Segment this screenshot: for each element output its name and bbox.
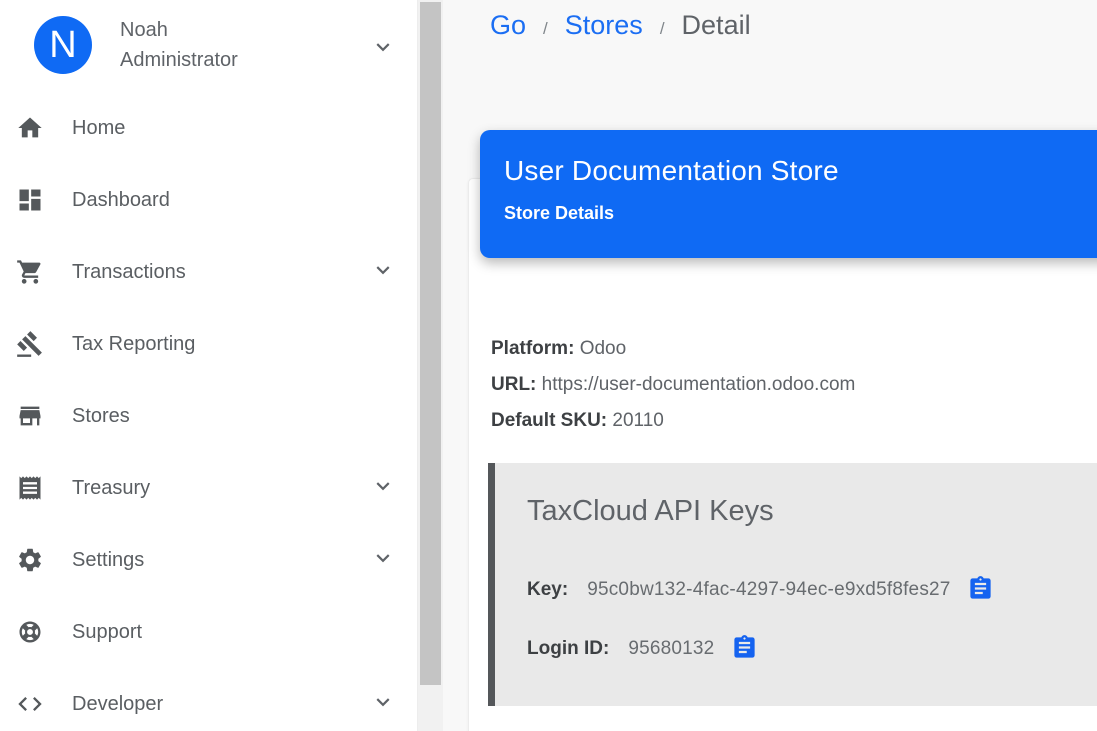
store-icon <box>16 402 44 430</box>
clipboard-icon <box>967 575 994 605</box>
breadcrumb-link-stores[interactable]: Stores <box>565 10 643 41</box>
sidebar-item-tax-reporting[interactable]: Tax Reporting <box>0 308 417 380</box>
key-label: Key: <box>527 579 568 601</box>
sidebar-item-developer[interactable]: Developer <box>0 668 417 731</box>
sidebar-item-stores[interactable]: Stores <box>0 380 417 452</box>
clipboard-icon <box>731 634 758 664</box>
platform-row: Platform: Odoo <box>491 331 855 367</box>
avatar: N <box>34 16 92 74</box>
sidebar: N Noah Administrator Home Dashboard <box>0 0 418 731</box>
main-content: Go / Stores / Detail Platform: Odoo URL:… <box>443 0 1097 731</box>
user-menu[interactable]: N Noah Administrator <box>0 0 417 92</box>
avatar-initial: N <box>49 24 76 67</box>
login-id-value: 95680132 <box>628 638 714 660</box>
gear-icon <box>16 546 44 574</box>
store-subtitle: Store Details <box>504 203 1097 224</box>
chevron-down-icon <box>370 689 396 720</box>
chevron-down-icon <box>370 34 396 65</box>
sidebar-item-label: Transactions <box>72 261 186 284</box>
user-first-name: Noah <box>120 15 238 45</box>
sidebar-item-support[interactable]: Support <box>0 596 417 668</box>
breadcrumb: Go / Stores / Detail <box>490 10 751 41</box>
home-icon <box>16 114 44 142</box>
chevron-down-icon <box>370 257 396 288</box>
sku-value: 20110 <box>612 410 663 431</box>
code-icon <box>16 690 44 718</box>
sidebar-item-label: Treasury <box>72 477 150 500</box>
url-label: URL: <box>491 374 536 395</box>
chevron-down-icon <box>370 473 396 504</box>
breadcrumb-separator: / <box>660 19 665 39</box>
user-name: Noah Administrator <box>120 15 238 75</box>
vertical-scrollbar[interactable] <box>418 0 443 731</box>
receipt-icon <box>16 474 44 502</box>
sidebar-item-label: Tax Reporting <box>72 333 195 356</box>
store-banner: User Documentation Store Store Details <box>480 130 1097 258</box>
copy-login-id-button[interactable] <box>730 635 758 663</box>
sku-row: Default SKU: 20110 <box>491 403 855 439</box>
store-detail-card: Platform: Odoo URL: https://user-documen… <box>468 178 1097 731</box>
platform-value: Odoo <box>580 338 626 359</box>
api-keys-title: TaxCloud API Keys <box>527 495 1097 528</box>
url-value: https://user-documentation.odoo.com <box>542 374 856 395</box>
key-value: 95c0bw132-4fac-4297-94ec-e9xd5f8fes27 <box>587 579 950 601</box>
support-icon <box>16 618 44 646</box>
sidebar-item-label: Stores <box>72 405 130 428</box>
sidebar-item-label: Settings <box>72 549 144 572</box>
copy-key-button[interactable] <box>967 576 995 604</box>
breadcrumb-link-go[interactable]: Go <box>490 10 526 41</box>
sidebar-item-treasury[interactable]: Treasury <box>0 452 417 524</box>
sidebar-item-transactions[interactable]: Transactions <box>0 236 417 308</box>
dashboard-icon <box>16 186 44 214</box>
sidebar-item-settings[interactable]: Settings <box>0 524 417 596</box>
sidebar-nav: Home Dashboard Transactions Tax Reportin… <box>0 92 417 731</box>
scrollbar-thumb[interactable] <box>420 2 441 685</box>
sku-label: Default SKU: <box>491 410 607 431</box>
sidebar-item-label: Home <box>72 117 125 140</box>
url-row: URL: https://user-documentation.odoo.com <box>491 367 855 403</box>
sidebar-item-dashboard[interactable]: Dashboard <box>0 164 417 236</box>
api-key-row: Key: 95c0bw132-4fac-4297-94ec-e9xd5f8fes… <box>527 576 1097 604</box>
sidebar-item-label: Dashboard <box>72 189 170 212</box>
sidebar-item-label: Developer <box>72 693 163 716</box>
login-id-row: Login ID: 95680132 <box>527 635 1097 663</box>
sidebar-item-label: Support <box>72 621 142 644</box>
sidebar-item-home[interactable]: Home <box>0 92 417 164</box>
breadcrumb-current: Detail <box>682 10 751 41</box>
app-window: N Noah Administrator Home Dashboard <box>0 0 1097 731</box>
platform-label: Platform: <box>491 338 574 359</box>
breadcrumb-separator: / <box>543 19 548 39</box>
store-meta: Platform: Odoo URL: https://user-documen… <box>491 331 855 439</box>
api-keys-panel: TaxCloud API Keys Key: 95c0bw132-4fac-42… <box>488 463 1097 706</box>
cart-icon <box>16 258 44 286</box>
gavel-icon <box>16 330 44 358</box>
login-id-label: Login ID: <box>527 638 609 660</box>
store-title: User Documentation Store <box>504 155 1097 187</box>
user-role: Administrator <box>120 45 238 75</box>
chevron-down-icon <box>370 545 396 576</box>
